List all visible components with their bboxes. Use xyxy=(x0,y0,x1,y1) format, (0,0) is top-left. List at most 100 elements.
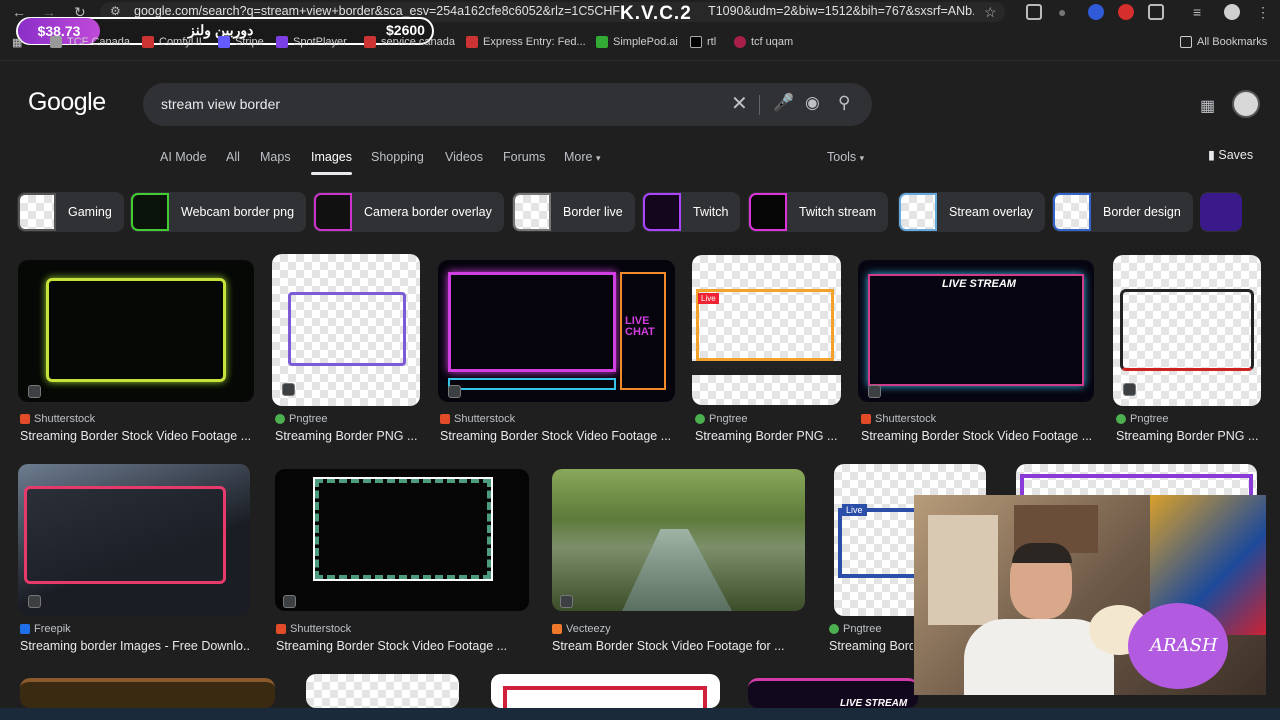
result-image-6[interactable] xyxy=(1113,255,1261,406)
saves-button[interactable]: ▮ Saves xyxy=(1208,147,1253,162)
chevron-down-icon: ▾ xyxy=(595,153,601,163)
apps-grid-icon[interactable]: ▦ xyxy=(12,36,22,49)
chip-twitch[interactable]: Twitch xyxy=(642,192,741,232)
bookmark-express-entry[interactable]: Express Entry: Fed... xyxy=(466,36,586,48)
site-info-icon[interactable]: ⚙ xyxy=(110,4,121,18)
bookmark-rtl[interactable]: rtl xyxy=(690,36,716,48)
bookmark-star-icon[interactable]: ☆ xyxy=(984,4,997,21)
puzzle-icon[interactable] xyxy=(1148,4,1164,20)
result-title-4[interactable]: Streaming Border PNG ... xyxy=(695,429,841,443)
result-image-1[interactable] xyxy=(18,260,254,402)
live-stream-text: LIVE STREAM xyxy=(942,278,1016,290)
result-image-13[interactable] xyxy=(306,674,459,708)
mic-extension-icon[interactable]: ● xyxy=(1058,4,1066,20)
clear-icon[interactable]: ✕ xyxy=(731,91,748,116)
result-title-10[interactable]: Streaming Bord xyxy=(829,639,913,653)
related-chips: Gaming Webcam border png Camera border o… xyxy=(17,192,1267,232)
search-input[interactable]: stream view border xyxy=(161,96,280,112)
tab-shopping[interactable]: Shopping xyxy=(371,150,424,164)
chip-webcam-border-png[interactable]: Webcam border png xyxy=(130,192,307,232)
bookmark-comfyui[interactable]: ComfyUI xyxy=(142,36,202,48)
camera-search-icon[interactable]: ◉ xyxy=(805,93,820,113)
account-avatar[interactable] xyxy=(1232,90,1260,118)
live-chat-text: LIVE CHAT xyxy=(625,315,655,338)
extension-icon[interactable] xyxy=(1026,4,1042,20)
result-image-12[interactable] xyxy=(20,678,275,708)
result-source-6[interactable]: Pngtree xyxy=(1116,413,1169,425)
profile-icon[interactable] xyxy=(1224,4,1240,20)
red-extension-icon[interactable] xyxy=(1118,4,1134,20)
url-text[interactable]: google.com/search?q=stream+view+border&s… xyxy=(134,4,974,18)
chip-border-design[interactable]: Border design xyxy=(1052,192,1193,232)
result-source-2[interactable]: Pngtree xyxy=(275,413,328,425)
mic-icon[interactable]: 🎤 xyxy=(773,93,794,113)
result-title-3[interactable]: Streaming Border Stock Video Footage ... xyxy=(440,429,675,443)
live-badge-text: Live xyxy=(698,293,719,304)
result-source-7[interactable]: Freepik xyxy=(20,623,71,635)
result-image-7[interactable] xyxy=(18,464,250,616)
tab-ai-mode[interactable]: AI Mode xyxy=(160,150,207,164)
shield-extension-icon[interactable] xyxy=(1088,4,1104,20)
result-title-5[interactable]: Streaming Border Stock Video Footage ... xyxy=(861,429,1093,443)
result-image-2[interactable] xyxy=(272,254,420,406)
bookmark-spotplayer[interactable]: SpotPlayer xyxy=(276,36,347,48)
chip-more[interactable] xyxy=(1200,192,1242,232)
tools-button[interactable]: Tools ▾ xyxy=(827,150,864,164)
live-badge-text: Live xyxy=(842,504,867,516)
all-bookmarks[interactable]: All Bookmarks xyxy=(1180,36,1267,48)
bookmark-tcf-canada[interactable]: TCF Canada xyxy=(50,36,130,48)
result-source-4[interactable]: Pngtree xyxy=(695,413,748,425)
result-title-8[interactable]: Streaming Border Stock Video Footage ... xyxy=(276,639,528,653)
result-source-8[interactable]: Shutterstock xyxy=(276,623,351,635)
bookmark-tcf-uqam[interactable]: tcf uqam xyxy=(734,36,793,48)
bottom-strip xyxy=(0,708,1280,720)
bookmarks-bar: ▦ TCF Canada ComfyUI Stripe SpotPlayer s… xyxy=(0,32,1280,54)
result-image-14[interactable] xyxy=(491,674,720,708)
tab-forums[interactable]: Forums xyxy=(503,150,545,164)
result-title-9[interactable]: Stream Border Stock Video Footage for ..… xyxy=(552,639,806,653)
result-source-9[interactable]: Vecteezy xyxy=(552,623,611,635)
search-box[interactable]: stream view border ✕ 🎤 ◉ ⚲ xyxy=(143,83,872,126)
bookmark-service-canada[interactable]: service canada xyxy=(364,36,455,48)
result-source-3[interactable]: Shutterstock xyxy=(440,413,515,425)
divider xyxy=(0,60,1280,61)
result-title-1[interactable]: Streaming Border Stock Video Footage ... xyxy=(20,429,252,443)
google-logo[interactable]: Google xyxy=(28,88,106,117)
result-image-15[interactable]: LIVE STREAM xyxy=(748,678,918,708)
chip-camera-border-overlay[interactable]: Camera border overlay xyxy=(313,192,504,232)
reading-list-icon[interactable]: ≡ xyxy=(1193,4,1201,20)
tab-maps[interactable]: Maps xyxy=(260,150,291,164)
result-image-8[interactable] xyxy=(275,469,529,611)
bookmark-simplepod[interactable]: SimplePod.ai xyxy=(596,36,678,48)
webcam-overlay: ARASH xyxy=(914,495,1266,695)
result-source-10[interactable]: Pngtree xyxy=(829,623,882,635)
result-image-4[interactable]: Live xyxy=(692,255,841,405)
search-tabs: AI Mode All Maps Images Shopping Videos … xyxy=(0,147,1280,172)
bookmark-icon: ▮ xyxy=(1208,148,1215,162)
chip-twitch-stream[interactable]: Twitch stream xyxy=(748,192,889,232)
bookmark-stripe[interactable]: Stripe xyxy=(218,36,264,48)
tab-videos[interactable]: Videos xyxy=(445,150,483,164)
chevron-down-icon: ▾ xyxy=(859,153,865,163)
tab-all[interactable]: All xyxy=(226,150,240,164)
live-stream-text: LIVE STREAM xyxy=(840,698,908,708)
google-apps-icon[interactable]: ▦ xyxy=(1200,96,1215,116)
tab-more[interactable]: More ▾ xyxy=(564,150,601,164)
result-source-1[interactable]: Shutterstock xyxy=(20,413,95,425)
result-title-6[interactable]: Streaming Border PNG ... xyxy=(1116,429,1262,443)
chip-gaming[interactable]: Gaming xyxy=(17,192,124,232)
tab-images[interactable]: Images xyxy=(311,150,352,164)
overlay-brand: K.V.C.2 xyxy=(620,3,692,24)
chip-stream-overlay[interactable]: Stream overlay xyxy=(898,192,1046,232)
chip-border-live[interactable]: Border live xyxy=(512,192,635,232)
result-source-5[interactable]: Shutterstock xyxy=(861,413,936,425)
webcam-name-text: ARASH xyxy=(1150,635,1218,656)
result-image-9[interactable] xyxy=(552,469,805,611)
result-image-5[interactable]: LIVE STREAM xyxy=(858,260,1094,402)
result-title-2[interactable]: Streaming Border PNG ... xyxy=(275,429,420,443)
search-icon[interactable]: ⚲ xyxy=(838,93,850,113)
result-title-7[interactable]: Streaming border Images - Free Downlo... xyxy=(20,639,250,653)
result-image-3[interactable]: LIVE CHAT xyxy=(438,260,675,402)
menu-dots-icon[interactable]: ⋮ xyxy=(1256,4,1270,21)
search-divider xyxy=(759,95,760,115)
